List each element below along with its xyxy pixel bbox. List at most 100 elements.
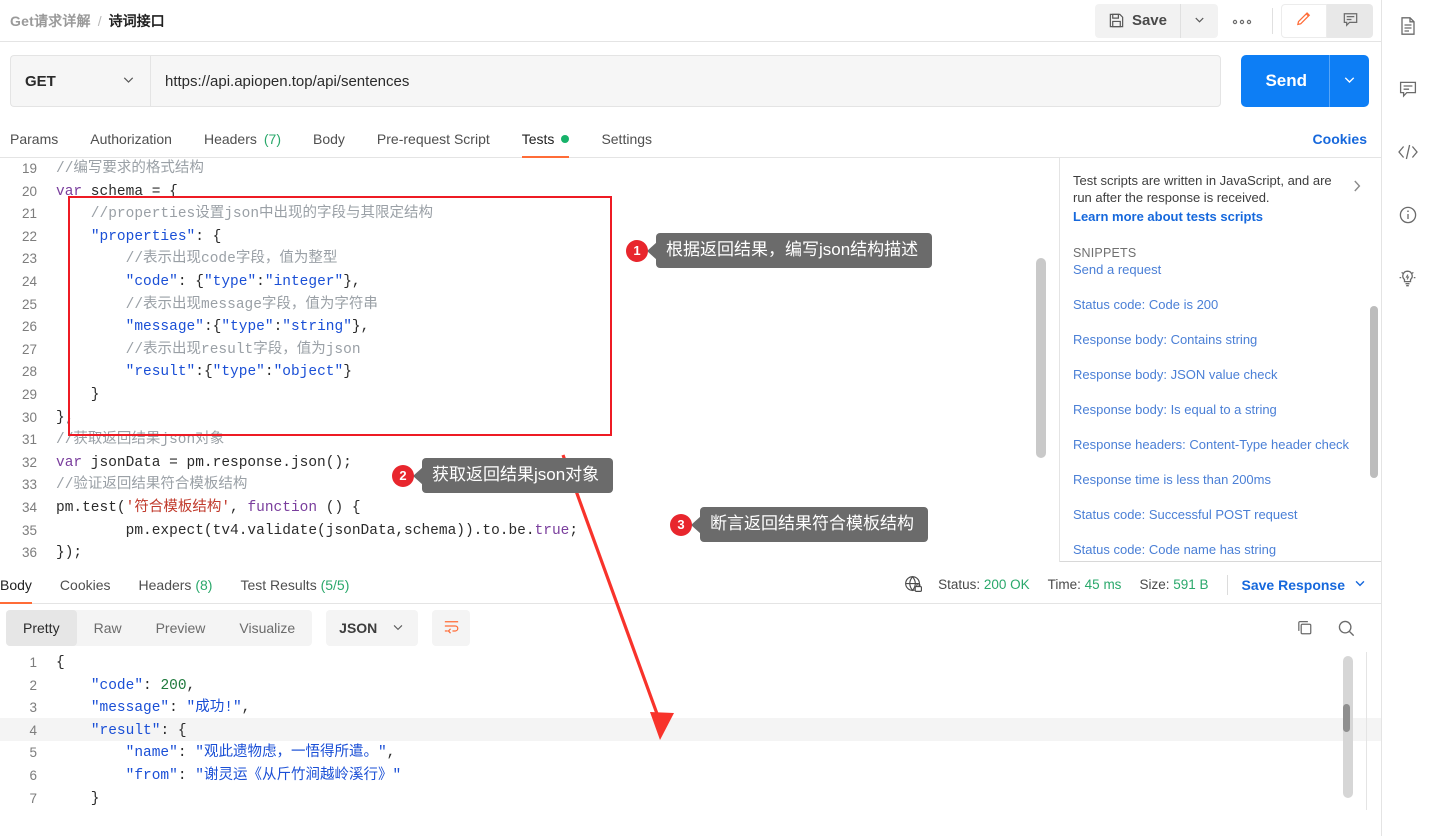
response-scrollbar-inner-thumb[interactable] — [1343, 704, 1350, 732]
tab-params[interactable]: Params — [10, 131, 58, 157]
line-text: pm.expect(tv4.validate(jsonData,schema))… — [56, 522, 579, 539]
tab-authorization[interactable]: Authorization — [90, 131, 172, 157]
send-options-button[interactable] — [1329, 55, 1369, 107]
line-text: //表示出现code字段，值为整型 — [56, 251, 338, 268]
word-wrap-button[interactable] — [432, 610, 471, 646]
body-tools-right — [1295, 618, 1381, 639]
size-label: Size: — [1139, 577, 1170, 592]
snippet-item[interactable]: Send a request — [1073, 261, 1365, 278]
view-visualize[interactable]: Visualize — [222, 610, 312, 646]
document-icon[interactable] — [1388, 6, 1428, 46]
line-text: } — [56, 386, 100, 403]
view-preview[interactable]: Preview — [139, 610, 223, 646]
line-text: }; — [56, 409, 74, 426]
response-body-viewer[interactable]: 1{2 "code": 200, 3 "message": "成功!", 4 "re… — [0, 652, 1381, 810]
edit-mode-button[interactable] — [1281, 3, 1327, 38]
code-line: 30}; — [0, 407, 1060, 430]
send-button[interactable]: Send — [1241, 55, 1329, 107]
comment-button[interactable] — [1327, 3, 1373, 38]
url-input[interactable]: https://api.apiopen.top/api/sentences — [150, 55, 1222, 107]
status-info: Status: 200 OK — [938, 577, 1030, 592]
code-scrollbar-thumb[interactable] — [1036, 258, 1046, 458]
tab-body[interactable]: Body — [313, 131, 345, 157]
tab-label: Pre-request Script — [376, 131, 490, 147]
line-number: 4 — [29, 722, 37, 738]
tab-headers[interactable]: Headers (7) — [204, 131, 281, 157]
line-text: //验证返回结果符合模板结构 — [56, 477, 248, 494]
response-tab-body[interactable]: Body — [0, 577, 32, 604]
snippet-item[interactable]: Status code: Successful POST request — [1073, 506, 1365, 523]
more-options-button[interactable] — [1220, 4, 1264, 38]
snippet-item[interactable]: Response body: Contains string — [1073, 331, 1365, 348]
line-number: 5 — [29, 745, 37, 761]
snippet-item[interactable]: Response time is less than 200ms — [1073, 471, 1365, 488]
code-line: 29 } — [0, 384, 1060, 407]
tab-settings[interactable]: Settings — [601, 131, 652, 157]
comment-icon — [1341, 10, 1360, 32]
view-mode-group: Pretty Raw Preview Visualize — [6, 610, 313, 646]
header-actions: Save — [1094, 0, 1381, 42]
info-icon[interactable] — [1388, 195, 1428, 235]
annotation-text: 获取返回结果json对象 — [422, 458, 614, 493]
line-number: 21 — [21, 206, 37, 222]
chevron-down-icon — [1193, 13, 1206, 29]
save-button[interactable]: Save — [1095, 4, 1180, 38]
snippets-panel: Test scripts are written in JavaScript, … — [1060, 158, 1381, 562]
view-raw[interactable]: Raw — [77, 610, 139, 646]
chevron-right-icon[interactable] — [1349, 178, 1365, 197]
snippet-item[interactable]: Status code: Code name has string — [1073, 541, 1365, 558]
globe-lock-icon — [903, 574, 924, 595]
cookies-link[interactable]: Cookies — [1313, 131, 1367, 157]
line-number: 29 — [21, 386, 37, 402]
line-number: 26 — [21, 319, 37, 335]
format-select[interactable]: JSON — [326, 610, 419, 646]
code-line: 7 } — [0, 788, 1381, 810]
line-text: "message":{"type":"string"}, — [125, 319, 370, 336]
tests-code-editor[interactable]: 19//编写要求的格式结构 20 var schema = {21 //proper… — [0, 158, 1060, 562]
chevron-down-icon — [1353, 576, 1367, 593]
line-text: "properties": { — [90, 228, 222, 245]
line-text: "result": { — [90, 722, 187, 739]
view-pretty[interactable]: Pretty — [6, 610, 77, 646]
comment-icon[interactable] — [1388, 69, 1428, 109]
line-text: "code": 200, — [90, 677, 196, 694]
tab-tests[interactable]: Tests — [521, 131, 570, 158]
line-text: pm.test('符合模板结构', function () { — [56, 499, 361, 516]
tab-count: (8) — [195, 577, 213, 593]
response-tabs-bar: Body Cookies Headers (8) Test Results (5… — [0, 562, 1381, 604]
save-options-button[interactable] — [1180, 3, 1218, 38]
size-info: Size: 591 B — [1139, 577, 1208, 592]
meta-divider — [1226, 574, 1228, 595]
snippet-item[interactable]: Status code: Code is 200 — [1073, 296, 1365, 313]
tab-label: Cookies — [59, 577, 111, 593]
annotation-callout-3: 3 断言返回结果符合模板结构 — [670, 507, 928, 542]
lightbulb-icon[interactable] — [1388, 258, 1428, 298]
breadcrumb-parent[interactable]: Get请求详解 — [10, 11, 91, 31]
response-tab-cookies[interactable]: Cookies — [60, 577, 111, 603]
save-response-button[interactable]: Save Response — [1242, 576, 1368, 593]
tests-editor-area: 19//编写要求的格式结构 20 var schema = {21 //proper… — [0, 158, 1381, 562]
tab-label: Body — [0, 577, 32, 593]
size-value: 591 B — [1173, 577, 1209, 592]
snippet-item[interactable]: Response body: Is equal to a string — [1073, 401, 1365, 418]
status-value: 200 OK — [983, 577, 1030, 592]
snippets-scrollbar-thumb[interactable] — [1370, 306, 1378, 478]
chevron-down-icon — [1342, 72, 1357, 90]
method-select[interactable]: GET — [10, 55, 150, 107]
snippet-item[interactable]: Response headers: Content-Type header ch… — [1073, 436, 1365, 453]
response-tab-test-results[interactable]: Test Results (5/5) — [240, 577, 349, 603]
code-icon[interactable] — [1388, 132, 1428, 172]
copy-icon[interactable] — [1295, 618, 1316, 639]
line-number: 35 — [21, 522, 37, 538]
tab-label: Body — [313, 131, 345, 147]
tab-pre-request-script[interactable]: Pre-request Script — [377, 131, 490, 157]
snippet-item[interactable]: Response body: JSON value check — [1073, 366, 1365, 383]
search-icon[interactable] — [1336, 618, 1357, 639]
line-text: //获取返回结果json对象 — [56, 432, 225, 449]
line-number: 31 — [21, 432, 37, 448]
breadcrumb: Get请求详解 / 诗词接口 — [10, 11, 165, 31]
chevron-down-icon — [391, 620, 405, 637]
response-tab-headers[interactable]: Headers (8) — [139, 577, 213, 603]
method-label: GET — [25, 72, 56, 90]
learn-more-link[interactable]: Learn more about tests scripts — [1073, 209, 1365, 224]
